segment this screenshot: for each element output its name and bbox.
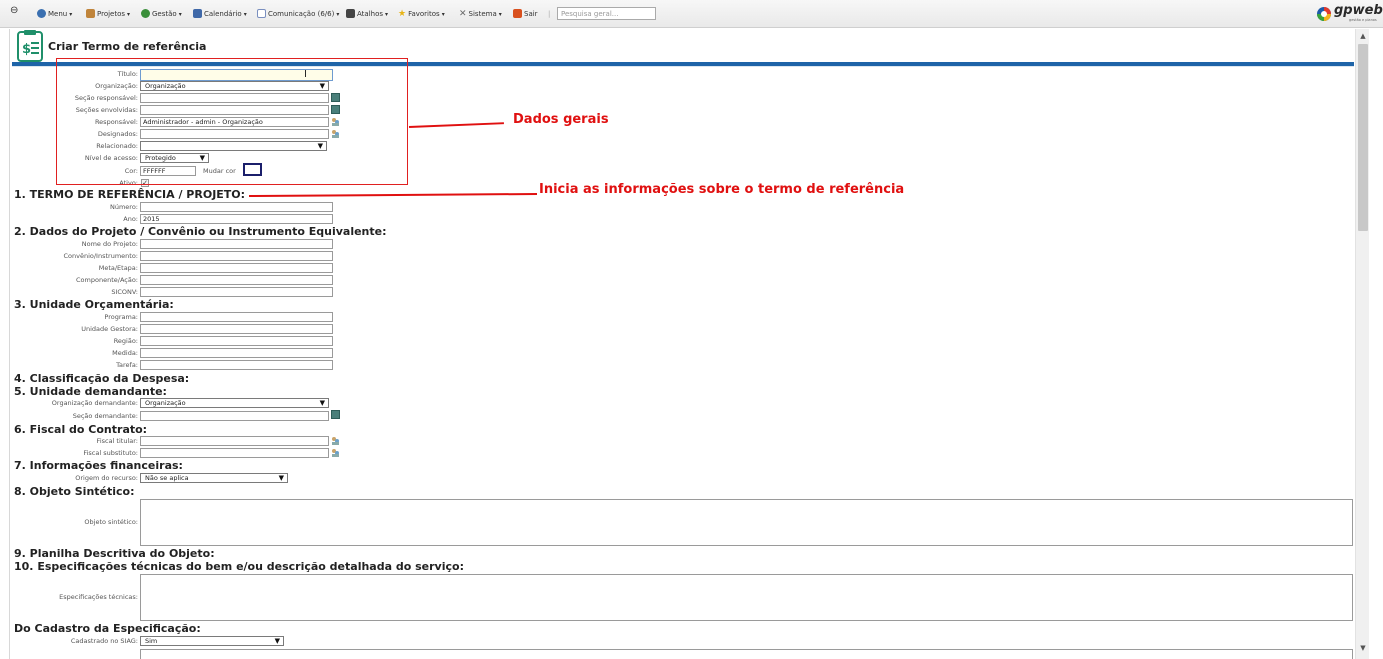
- menu-item-gestao[interactable]: Gestão ▾: [141, 9, 182, 19]
- especificacoes-label: Especificações técnicas:: [59, 593, 138, 601]
- fiscal-substituto-label: Fiscal substituto:: [83, 449, 138, 457]
- section-1-heading: 1. TERMO DE REFERÊNCIA / PROJETO:: [14, 188, 246, 201]
- tarefa-input[interactable]: [140, 360, 333, 370]
- secao-demandante-label: Seção demandante:: [72, 412, 138, 420]
- menu-item-comunicacao[interactable]: Comunicação (6/6) ▾: [257, 9, 339, 19]
- gestao-icon: [141, 9, 150, 18]
- objeto-sintetico-label: Objeto sintético:: [84, 518, 138, 526]
- numero-label: Número:: [109, 203, 138, 211]
- cadastro-heading: Do Cadastro da Especificação:: [14, 622, 201, 635]
- tools-icon: ✕: [459, 9, 467, 19]
- menu-item-menu[interactable]: Menu ▾: [37, 9, 72, 19]
- siconv-label: SICONV:: [111, 288, 138, 296]
- origem-recurso-select[interactable]: Não se aplica ▼: [140, 473, 288, 483]
- scroll-up-icon[interactable]: ▲: [1358, 31, 1368, 41]
- componente-input[interactable]: [140, 275, 333, 285]
- menu-item-sistema[interactable]: ✕ Sistema ▾: [459, 9, 502, 19]
- convenio-label: Convênio/Instrumento:: [63, 252, 138, 260]
- chevron-down-icon: ▼: [278, 474, 284, 482]
- nome-projeto-input[interactable]: [140, 239, 333, 249]
- menu-separator: |: [548, 10, 551, 18]
- ano-input[interactable]: 2015: [140, 214, 333, 224]
- menu-item-calendario[interactable]: Calendário ▾: [193, 9, 247, 19]
- svg-text:$: $: [22, 42, 31, 57]
- shortcut-icon: [346, 9, 355, 18]
- section-7-heading: 7. Informações financeiras:: [14, 459, 183, 472]
- select-secao-demandante-icon[interactable]: [331, 410, 340, 419]
- gpweb-logo: gpweb gestão e planos: [1315, 3, 1383, 25]
- programa-input[interactable]: [140, 312, 333, 322]
- calendar-icon: [193, 9, 202, 18]
- section-6-heading: 6. Fiscal do Contrato:: [14, 423, 148, 436]
- scroll-thumb[interactable]: [1358, 44, 1368, 231]
- programa-label: Programa:: [104, 313, 138, 321]
- back-icon[interactable]: ⊖: [10, 6, 18, 16]
- org-demandante-select[interactable]: Organização ▼: [140, 398, 329, 408]
- annotation-dados-gerais: Dados gerais: [513, 112, 609, 127]
- mail-icon: [257, 9, 266, 18]
- chevron-down-icon: ▼: [274, 637, 280, 645]
- especificacoes-textarea[interactable]: [140, 574, 1353, 621]
- annotation-box-dados-gerais: [56, 58, 408, 185]
- star-icon: ★: [398, 9, 407, 19]
- section-10-heading: 10. Especificações técnicas do bem e/ou …: [14, 560, 464, 573]
- medida-label: Medida:: [112, 349, 138, 357]
- tarefa-label: Tarefa:: [116, 361, 138, 369]
- chevron-down-icon: ▼: [319, 399, 325, 407]
- menu-item-atalhos[interactable]: Atalhos ▾: [346, 9, 388, 19]
- page-title: Criar Termo de referência: [48, 40, 207, 53]
- numero-input[interactable]: [140, 202, 333, 212]
- objeto-sintetico-textarea[interactable]: [140, 499, 1353, 546]
- annotation-inicia: Inicia as informações sobre o termo de r…: [539, 182, 905, 197]
- section-4-heading: 4. Classificação da Despesa:: [14, 372, 190, 385]
- user-picker-icon[interactable]: [331, 436, 340, 445]
- top-menu-bar: ⊖ Menu ▾ Projetos ▾ Gestão ▾ Calendário ▾ Co…: [0, 0, 1383, 28]
- ano-label: Ano:: [123, 215, 138, 223]
- regiao-input[interactable]: [140, 336, 333, 346]
- app-window: ⊖ Menu ▾ Projetos ▾ Gestão ▾ Calendário ▾ Co…: [0, 0, 1383, 659]
- convenio-input[interactable]: [140, 251, 333, 261]
- section-8-heading: 8. Objeto Sintético:: [14, 485, 135, 498]
- medida-input[interactable]: [140, 348, 333, 358]
- menu-item-projetos[interactable]: Projetos ▾: [86, 9, 130, 19]
- meta-label: Meta/Etapa:: [98, 264, 138, 272]
- user-picker-icon[interactable]: [331, 448, 340, 457]
- meta-input[interactable]: [140, 263, 333, 273]
- search-input[interactable]: Pesquisa geral...: [557, 7, 656, 20]
- document-dollar-icon: $: [17, 30, 43, 62]
- nome-projeto-label: Nome do Projeto:: [81, 240, 138, 248]
- fiscal-substituto-input[interactable]: [140, 448, 329, 458]
- globe-icon: [37, 9, 46, 18]
- siconv-input[interactable]: [140, 287, 333, 297]
- section-2-heading: 2. Dados do Projeto / Convênio ou Instru…: [14, 225, 387, 238]
- unidade-gestora-input[interactable]: [140, 324, 333, 334]
- cadastrado-siag-select[interactable]: Sim ▼: [140, 636, 284, 646]
- origem-recurso-label: Origem do recurso:: [75, 474, 138, 482]
- next-textarea[interactable]: [140, 649, 1353, 659]
- scroll-down-icon[interactable]: ▼: [1358, 643, 1368, 653]
- projects-icon: [86, 9, 95, 18]
- menu-item-sair[interactable]: Sair: [513, 9, 538, 19]
- section-3-heading: 3. Unidade Orçamentária:: [14, 298, 174, 311]
- section-5-heading: 5. Unidade demandante:: [14, 385, 167, 398]
- menu-item-favoritos[interactable]: ★ Favoritos ▾: [398, 9, 445, 19]
- cadastrado-siag-label: Cadastrado no SIAG:: [70, 637, 138, 645]
- exit-icon: [513, 9, 522, 18]
- vertical-scrollbar[interactable]: ▲ ▼: [1355, 29, 1369, 659]
- org-demandante-label: Organização demandante:: [51, 399, 138, 407]
- regiao-label: Região:: [113, 337, 138, 345]
- unidade-gestora-label: Unidade Gestora:: [81, 325, 138, 333]
- secao-demandante-input[interactable]: [140, 411, 329, 421]
- fiscal-titular-label: Fiscal titular:: [96, 437, 138, 445]
- fiscal-titular-input[interactable]: [140, 436, 329, 446]
- section-9-heading: 9. Planilha Descritiva do Objeto:: [14, 547, 215, 560]
- componente-label: Componente/Ação:: [76, 276, 138, 284]
